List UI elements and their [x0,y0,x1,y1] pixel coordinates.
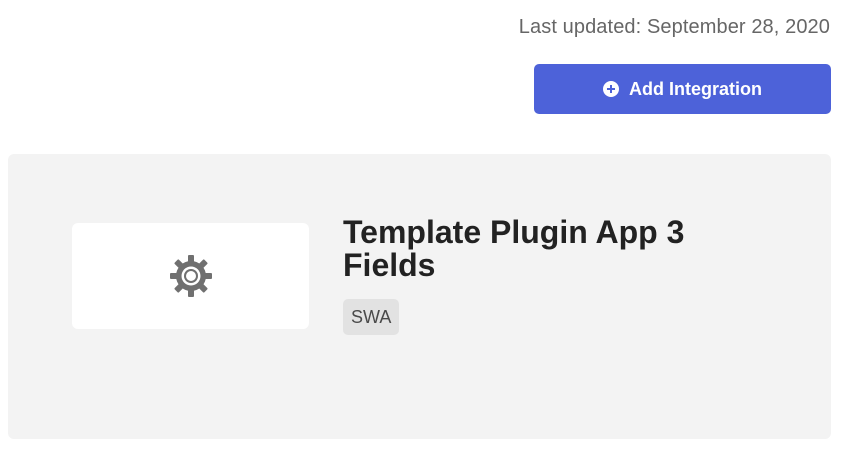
last-updated-text: Last updated: September 28, 2020 [518,16,830,38]
page: Last updated: September 28, 2020 Add Int… [0,0,842,454]
integration-card[interactable]: Template Plugin App 3 Fields SWA [8,154,831,439]
integration-logo [72,223,309,329]
plus-circle-icon [603,81,619,97]
add-integration-button[interactable]: Add Integration [534,64,831,114]
gear-icon [169,254,213,298]
integration-tag: SWA [343,299,400,335]
integration-title[interactable]: Template Plugin App 3 Fields [343,216,763,282]
add-integration-label: Add Integration [629,78,762,99]
